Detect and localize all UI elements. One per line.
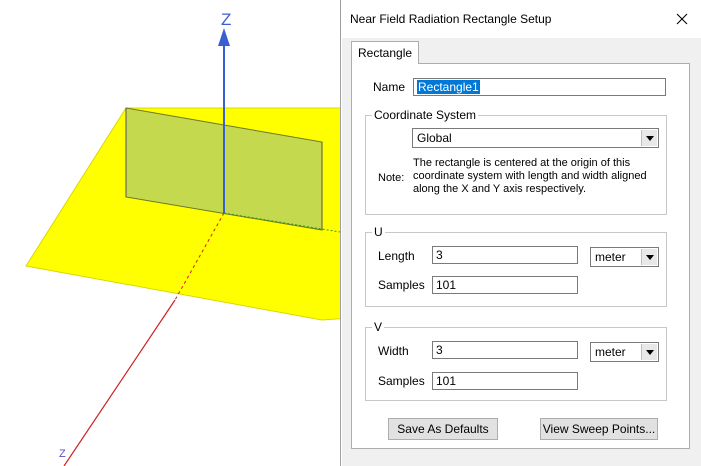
chevron-down-icon [641,130,657,146]
length-unit-value: meter [595,250,626,264]
dialog-client-area: Rectangle Name Rectangle1 Coordinate Sys… [342,38,701,466]
length-unit-select[interactable]: meter [590,247,659,267]
z-axis-label: Z [221,10,232,29]
note-label: Note: [378,172,405,184]
x-axis-line [63,299,176,466]
chevron-down-icon [641,344,657,360]
length-input[interactable]: 3 [432,246,578,264]
v-samples-label: Samples [378,374,425,388]
close-button[interactable] [669,7,695,31]
v-group-title: V [372,320,385,334]
v-samples-input[interactable]: 101 [432,372,578,390]
name-input-value: Rectangle1 [417,80,480,94]
u-group: U [365,225,667,307]
width-label: Width [378,344,409,358]
width-input[interactable]: 3 [432,341,578,359]
tab-rectangle[interactable]: Rectangle [351,41,420,64]
bottom-axis-label: Z [59,448,66,460]
u-samples-label: Samples [378,278,425,292]
u-group-title: U [372,225,385,239]
coordinate-system-select[interactable]: Global [412,128,659,148]
view-sweep-points-button[interactable]: View Sweep Points... [540,418,658,440]
width-unit-value: meter [595,345,626,359]
note-text: The rectangle is centered at the origin … [413,157,647,195]
z-axis-arrow [218,28,230,46]
length-label: Length [378,249,415,263]
coordinate-system-title: Coordinate System [372,108,479,122]
rectangle-setup-dialog: Near Field Radiation Rectangle Setup Rec… [340,0,701,466]
save-as-defaults-button[interactable]: Save As Defaults [388,418,498,440]
rectangle-tab-page: Name Rectangle1 Coordinate System Global… [351,63,690,449]
dialog-titlebar[interactable]: Near Field Radiation Rectangle Setup [341,0,701,38]
u-samples-input[interactable]: 101 [432,276,578,294]
dialog-title: Near Field Radiation Rectangle Setup [350,12,552,26]
close-icon [676,13,688,25]
width-unit-select[interactable]: meter [590,342,659,362]
coordinate-system-value: Global [417,131,452,145]
name-input[interactable]: Rectangle1 [413,78,666,96]
chevron-down-icon [641,249,657,265]
name-label: Name [373,80,406,94]
